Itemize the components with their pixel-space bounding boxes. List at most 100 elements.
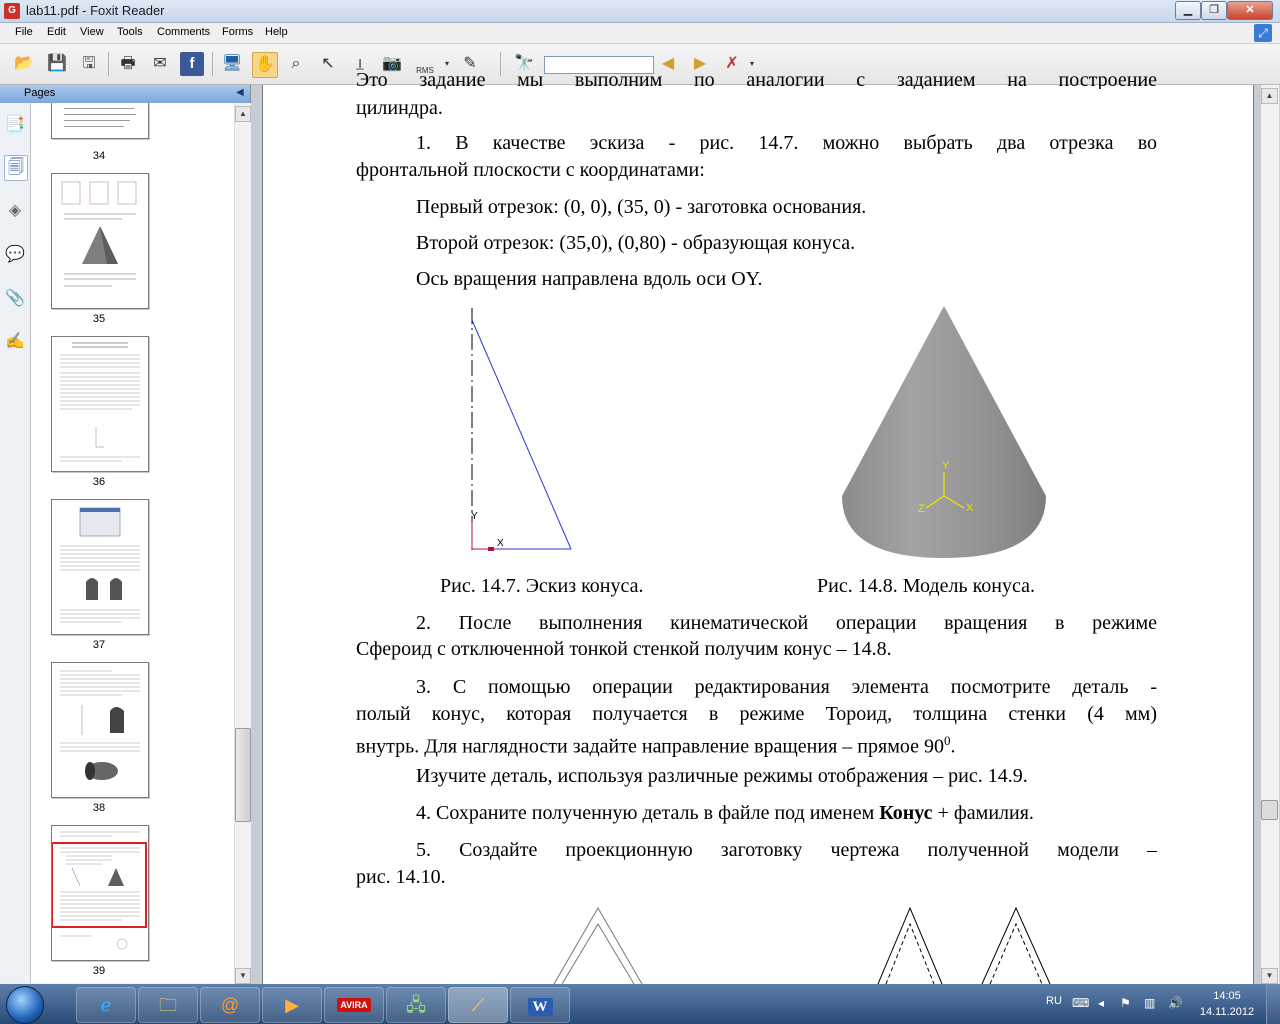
network-icon[interactable]: 🖧	[386, 987, 446, 1023]
foxit-icon[interactable]: ⟋	[448, 987, 508, 1023]
explorer-icon[interactable]: 🗀	[138, 987, 198, 1023]
menu-tools[interactable]: Tools	[114, 25, 146, 39]
clock-date[interactable]: 14.11.2012	[1196, 1006, 1258, 1018]
document-scrollbar[interactable]	[1260, 85, 1279, 985]
page-thumbnail[interactable]	[51, 103, 149, 139]
page-number: 36	[92, 476, 106, 488]
doc-scroll-down-icon[interactable]: ▼	[1261, 968, 1278, 984]
paragraph-text: .	[950, 735, 956, 758]
menu-edit[interactable]: Edit	[44, 25, 69, 39]
paragraph-line: Это задание мы выполним по аналогии с за…	[356, 69, 1157, 89]
snapshot-icon[interactable]: ⌕	[284, 52, 308, 76]
menu-file[interactable]: File	[12, 25, 36, 39]
page-number: 34	[92, 150, 106, 162]
avira-icon[interactable]: AVIRA	[324, 987, 384, 1023]
page-thumbnail[interactable]	[51, 173, 149, 309]
menu-view[interactable]: View	[77, 25, 107, 39]
page-number-current: 39	[92, 965, 106, 977]
action-center-icon[interactable]: ⚑	[1120, 996, 1131, 1010]
show-desktop-button[interactable]	[1266, 984, 1280, 1024]
sketch-axis-y: Y	[471, 511, 478, 522]
cone-sketch-figure	[471, 308, 572, 551]
clock-time[interactable]: 14:05	[1205, 990, 1249, 1002]
paragraph-line: 4. Сохраните полученную деталь в файле п…	[416, 800, 1034, 826]
minimize-button[interactable]: ▁	[1175, 1, 1201, 20]
restore-view-icon[interactable]: ⤢	[1254, 24, 1272, 42]
paragraph-line: 3. С помощью операции редактирования эле…	[416, 676, 1157, 698]
sketch-axis-x: X	[497, 538, 504, 549]
paragraph-text: внутрь. Для наглядности задайте направле…	[356, 735, 944, 758]
facebook-icon[interactable]: f	[180, 52, 204, 76]
file-name-bold: Конус	[879, 802, 933, 824]
bookmarks-icon[interactable]: 📑	[4, 113, 26, 137]
hand-tool-icon[interactable]: ✋	[252, 52, 278, 78]
cone-model-figure	[842, 306, 1046, 558]
doc-scroll-up-icon[interactable]: ▲	[1261, 88, 1278, 104]
thumbnail-scroll-thumb[interactable]	[235, 728, 251, 822]
collapse-panel-icon[interactable]: ◀	[236, 87, 244, 98]
page-number: 35	[92, 313, 106, 325]
title-bar	[0, 0, 1280, 23]
save-all-icon[interactable]: 🖫	[77, 52, 101, 76]
language-indicator[interactable]: RU	[1046, 995, 1062, 1007]
menu-comments[interactable]: Comments	[154, 25, 213, 39]
email-icon[interactable]: ✉	[148, 52, 172, 76]
projection-drawing-right	[877, 906, 1051, 984]
keyboard-icon[interactable]: ⌨	[1072, 996, 1089, 1010]
paragraph-line: внутрь. Для наглядности задайте направле…	[356, 728, 955, 760]
start-button[interactable]	[6, 986, 44, 1024]
page-thumbnail[interactable]	[51, 336, 149, 472]
show-hidden-icons[interactable]: ◂	[1098, 996, 1104, 1010]
paragraph-line: 2. После выполнения кинематической опера…	[416, 612, 1157, 634]
sidebar-tool-strip	[0, 103, 31, 983]
paragraph-line: цилиндра.	[356, 97, 443, 119]
page-thumbnail[interactable]	[51, 499, 149, 635]
attachments-icon[interactable]: 📎	[4, 287, 26, 311]
paragraph-line: фронтальной плоскости с координатами:	[356, 159, 705, 181]
layers-icon[interactable]: ◈	[4, 199, 26, 223]
save-icon[interactable]: 💾	[45, 52, 69, 76]
paragraph-line: 1. В качестве эскиза - рис. 14.7. можно …	[416, 132, 1157, 154]
projection-drawing-left	[553, 907, 643, 984]
scroll-down-icon[interactable]: ▼	[235, 968, 251, 984]
document-scroll-thumb[interactable]	[1261, 800, 1278, 820]
paragraph-line: полый конус, которая получается в режиме…	[356, 703, 1157, 725]
ie-icon[interactable]: ℯ	[76, 987, 136, 1023]
model-axis-x: X	[966, 502, 974, 514]
scroll-up-icon[interactable]: ▲	[235, 106, 251, 122]
model-axis-z: Z	[918, 503, 925, 515]
thumbnail-scrollbar[interactable]	[234, 103, 251, 983]
page-thumbnail[interactable]	[51, 662, 149, 798]
network-tray-icon[interactable]: ▥	[1144, 996, 1155, 1010]
signatures-icon[interactable]: ✍	[4, 330, 26, 354]
paragraph-line: Сфероид с отключенной тонкой стенкой пол…	[356, 638, 892, 660]
mail-icon[interactable]: @	[200, 987, 260, 1023]
page-thumbnails: 34 35 36 37 38 39	[31, 103, 234, 983]
toolbar-separator	[212, 52, 213, 76]
volume-icon[interactable]: 🔊	[1168, 996, 1183, 1010]
paragraph-text: 4. Сохраните полученную деталь в файле п…	[416, 802, 880, 824]
paragraph-line: Первый отрезок: (0, 0), (35, 0) - загото…	[416, 196, 867, 218]
media-player-icon[interactable]: ▶	[262, 987, 322, 1023]
paragraph-line: Изучите деталь, используя различные режи…	[416, 765, 1028, 787]
window-title: lab11.pdf - Foxit Reader	[26, 3, 165, 18]
comments-icon[interactable]: 💬	[4, 243, 26, 267]
open-icon[interactable]: 📂	[12, 52, 36, 76]
pages-icon[interactable]: 🗐	[4, 155, 28, 181]
print-icon[interactable]: 🖶	[116, 52, 140, 76]
avira-label: AVIRA	[337, 998, 371, 1012]
page-number: 38	[92, 802, 106, 814]
menu-forms[interactable]: Forms	[219, 25, 256, 39]
figure-caption: Рис. 14.8. Модель конуса.	[817, 575, 1035, 597]
maximize-button[interactable]: ❐	[1201, 1, 1227, 20]
foxit-icon[interactable]: G	[4, 3, 20, 19]
pages-panel-title: Pages	[24, 87, 56, 99]
paragraph-text: + фамилия.	[932, 802, 1034, 824]
select-icon[interactable]: ↖	[316, 52, 340, 76]
close-button[interactable]: ✕	[1227, 1, 1273, 20]
menu-help[interactable]: Help	[262, 25, 291, 39]
paragraph-line: рис. 14.10.	[356, 866, 446, 888]
page-thumbnail-current[interactable]	[51, 825, 149, 961]
monitor-icon[interactable]: 🖥	[220, 52, 244, 76]
word-icon[interactable]: W	[510, 987, 570, 1023]
